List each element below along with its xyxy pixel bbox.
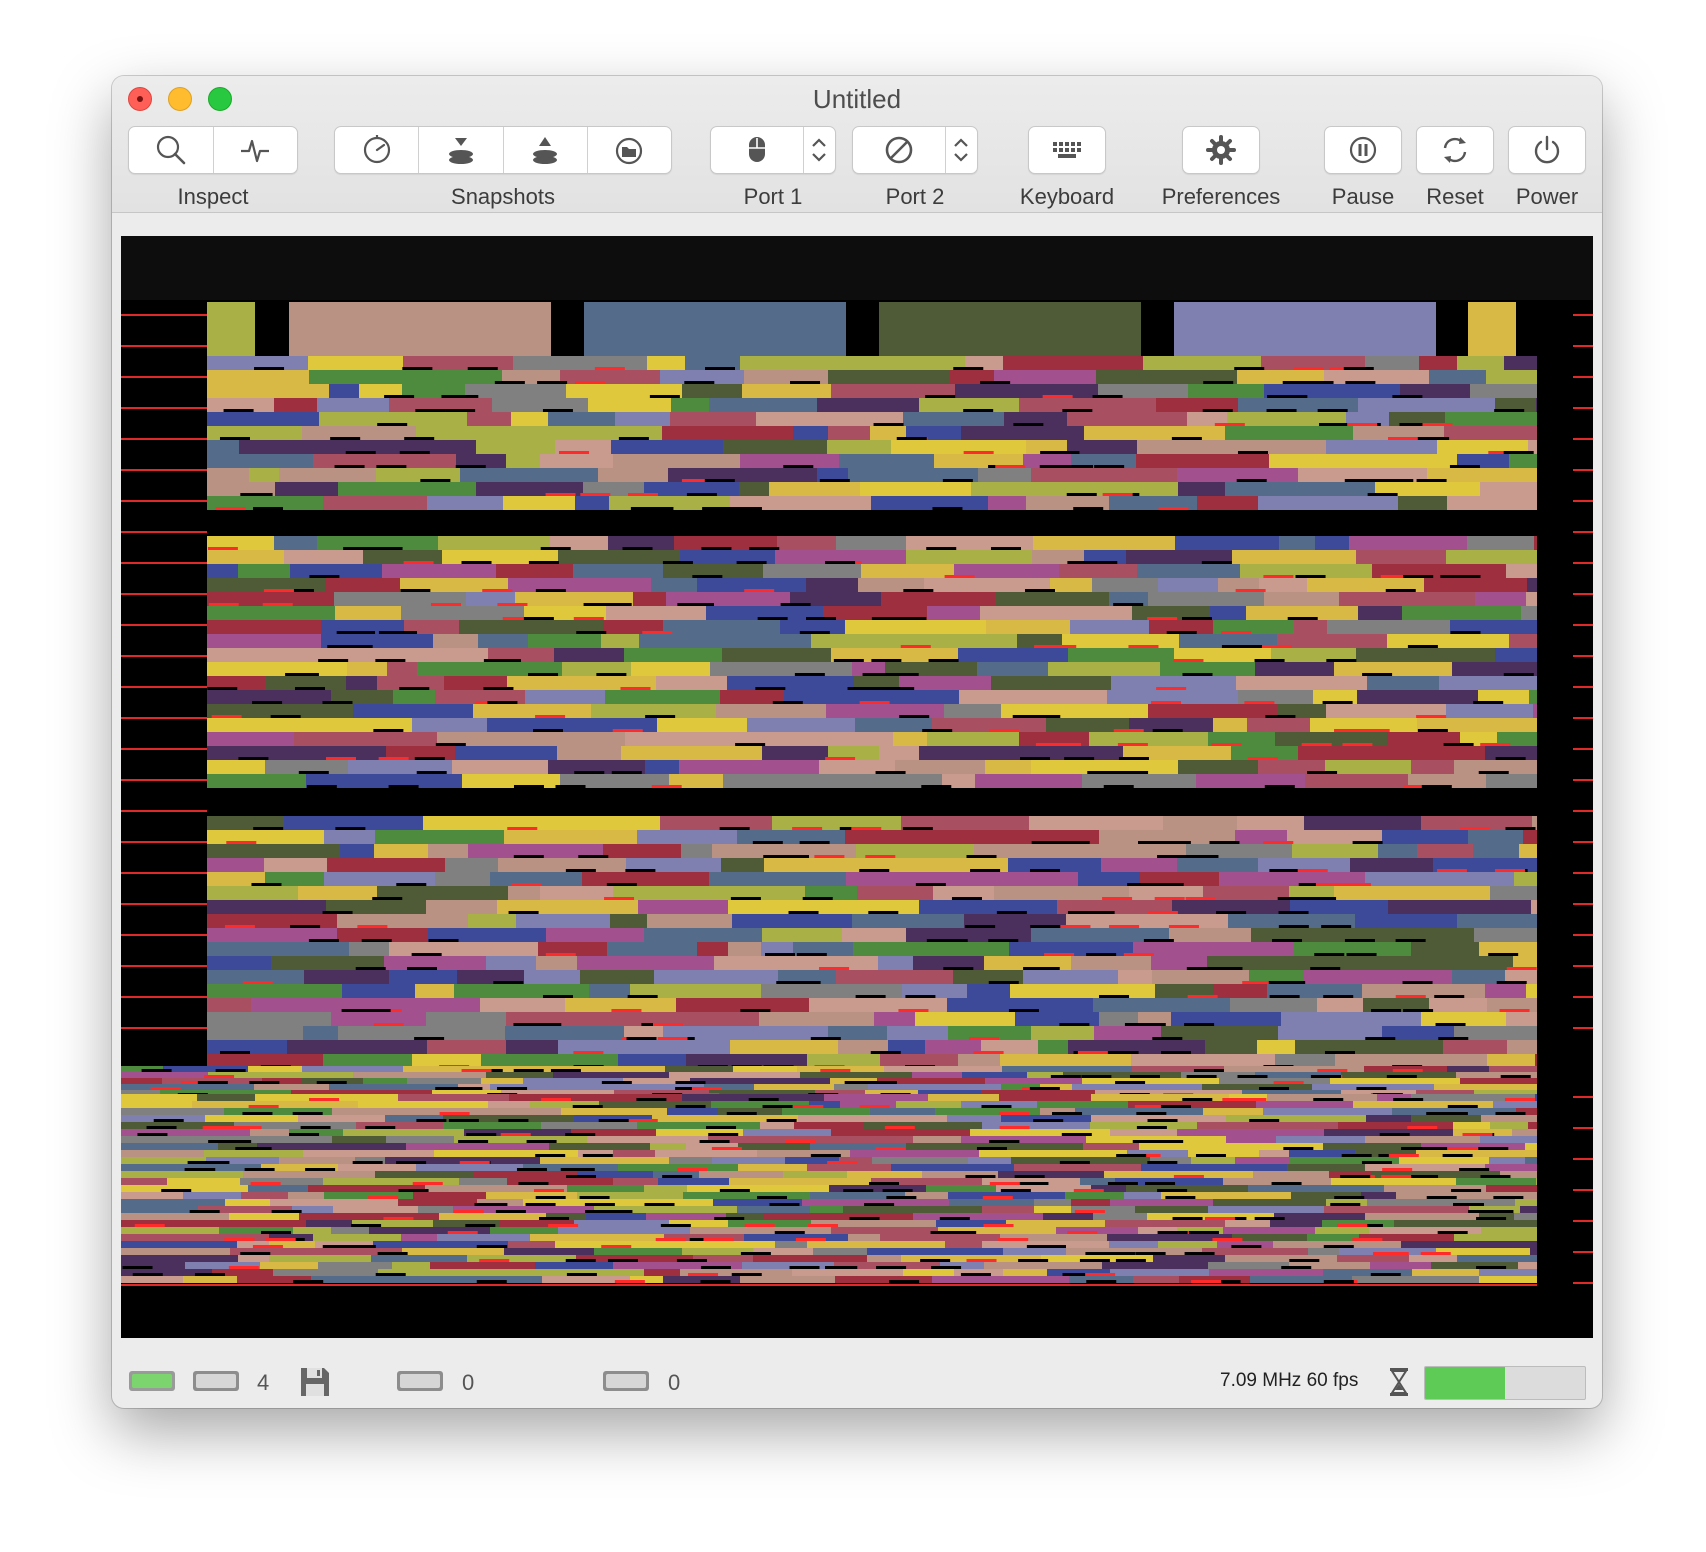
load-meter bbox=[1424, 1366, 1586, 1400]
reset-icon bbox=[1443, 137, 1467, 163]
reset-group: Reset bbox=[1416, 126, 1494, 209]
drive11-count: 0 bbox=[668, 1370, 681, 1395]
video-output[interactable] bbox=[121, 236, 1593, 1338]
preferences-group: Preferences bbox=[1162, 126, 1280, 209]
inspect-button[interactable] bbox=[129, 127, 214, 173]
drive10-count: 0 bbox=[462, 1370, 475, 1395]
floppy-disk-icon[interactable] bbox=[298, 1365, 332, 1404]
keyboard-label: Keyboard bbox=[1019, 184, 1115, 209]
port2-label: Port 2 bbox=[885, 184, 945, 209]
restore-snapshot-button[interactable] bbox=[504, 127, 588, 173]
title-bar: Untitled Inspect Snapshots Port 1 Port 2… bbox=[112, 76, 1602, 213]
pause-button[interactable] bbox=[1325, 127, 1401, 173]
load-meter-fill bbox=[1425, 1367, 1505, 1399]
reset-label: Reset bbox=[1426, 184, 1484, 209]
monitor-button[interactable] bbox=[214, 127, 298, 173]
stack-down-icon bbox=[448, 138, 473, 164]
keyboard-icon bbox=[1053, 142, 1081, 158]
drive8-count: 4 bbox=[257, 1370, 270, 1395]
waveform-icon bbox=[241, 139, 270, 163]
mouse-icon bbox=[749, 137, 765, 162]
take-snapshot-button[interactable] bbox=[419, 127, 504, 173]
disk-drive-icon bbox=[193, 1371, 239, 1391]
port1-group: Port 1 bbox=[710, 126, 836, 209]
magnifier-icon bbox=[156, 135, 186, 165]
snapshots-group: Snapshots bbox=[334, 126, 672, 209]
keyboard-button[interactable] bbox=[1029, 127, 1105, 173]
no-device-icon bbox=[885, 136, 913, 164]
pause-label: Pause bbox=[1331, 184, 1395, 209]
disk-drive-icon bbox=[397, 1371, 443, 1391]
emulator-window: Untitled Inspect Snapshots Port 1 Port 2… bbox=[112, 76, 1602, 1408]
port1-stepper[interactable] bbox=[804, 127, 834, 173]
hourglass-icon bbox=[1390, 1368, 1408, 1396]
snapshots-label: Snapshots bbox=[451, 184, 555, 209]
inspect-group: Inspect bbox=[128, 126, 298, 209]
port2-stepper[interactable] bbox=[946, 127, 976, 173]
drive11-icon[interactable] bbox=[602, 1368, 650, 1399]
gear-icon bbox=[1206, 135, 1236, 165]
stack-up-icon bbox=[533, 137, 558, 164]
disk-drive-icon bbox=[603, 1371, 649, 1391]
chevron-updown-icon bbox=[954, 138, 968, 162]
folder-clock-icon bbox=[616, 137, 643, 165]
pause-group: Pause bbox=[1324, 126, 1402, 209]
emulator-screen[interactable] bbox=[121, 236, 1593, 1338]
reset-button[interactable] bbox=[1417, 127, 1493, 173]
hourglass-icon[interactable] bbox=[1388, 1366, 1410, 1403]
floppy-disk-icon bbox=[301, 1368, 329, 1396]
clock-icon bbox=[363, 135, 390, 164]
power-label: Power bbox=[1515, 184, 1579, 209]
status-bar: 4 0 0 7.09 MHz 60 fps bbox=[112, 1356, 1602, 1408]
drive10-icon[interactable] bbox=[396, 1368, 444, 1399]
power-icon bbox=[1534, 135, 1560, 164]
chevron-updown-icon bbox=[812, 138, 826, 162]
port1-label: Port 1 bbox=[743, 184, 803, 209]
window-title: Untitled bbox=[812, 84, 902, 114]
preferences-button[interactable] bbox=[1183, 127, 1259, 173]
speed-readout[interactable]: 7.09 MHz 60 fps bbox=[1220, 1370, 1358, 1392]
drive8-led bbox=[128, 1368, 176, 1399]
snapshot-timer-button[interactable] bbox=[335, 127, 420, 173]
port2-popup[interactable] bbox=[853, 127, 946, 173]
port2-group: Port 2 bbox=[852, 126, 978, 209]
power-group: Power bbox=[1508, 126, 1586, 209]
keyboard-group: Keyboard bbox=[1020, 126, 1114, 209]
inspect-label: Inspect bbox=[177, 184, 249, 209]
power-button[interactable] bbox=[1509, 127, 1585, 173]
drive8-icon[interactable] bbox=[192, 1368, 240, 1399]
browse-snapshots-button[interactable] bbox=[588, 127, 671, 173]
pause-icon bbox=[1349, 136, 1377, 164]
drive-led-icon bbox=[129, 1371, 175, 1391]
port1-popup[interactable] bbox=[711, 127, 804, 173]
preferences-label: Preferences bbox=[1161, 184, 1281, 209]
